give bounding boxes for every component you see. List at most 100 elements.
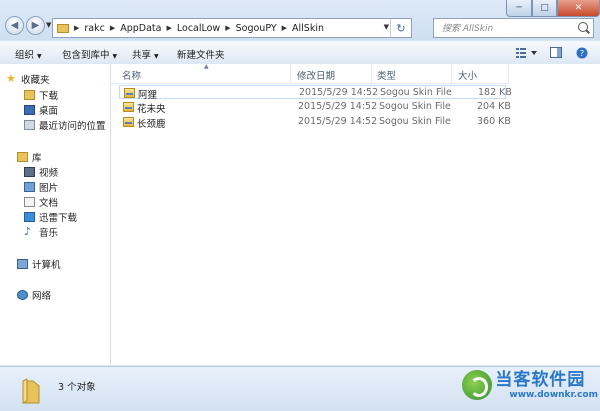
nav-favorites-label: 收藏夹 xyxy=(21,75,50,86)
nav-item-videos[interactable]: 视频 xyxy=(24,165,58,179)
file-name: 长颈鹿 xyxy=(137,119,166,130)
maximize-button[interactable]: □ xyxy=(532,0,557,17)
file-size: 182 KB xyxy=(478,87,512,98)
nav-item-label: 图片 xyxy=(39,183,59,194)
file-name: 花未央 xyxy=(137,104,166,115)
folder-icon xyxy=(22,378,40,404)
column-divider[interactable] xyxy=(508,64,509,83)
search-box xyxy=(433,18,594,38)
picture-icon xyxy=(24,182,35,192)
include-in-library-button[interactable]: 包含到库中 ▼ xyxy=(62,47,117,61)
watermark-url: www.downkr.com xyxy=(509,390,598,400)
nav-item-recent-places[interactable]: 最近访问的位置 xyxy=(24,118,106,132)
column-header-name[interactable]: 名称 xyxy=(122,68,141,82)
nav-item-label: 最近访问的位置 xyxy=(39,121,106,132)
include-in-library-label: 包含到库中 xyxy=(62,50,110,61)
nav-item-label: 迅雷下载 xyxy=(39,213,78,224)
column-header-row: ▲ 名称 修改日期 类型 大小 xyxy=(111,63,509,84)
preview-pane-button[interactable] xyxy=(549,46,563,59)
music-note-icon: ♪ xyxy=(24,225,32,238)
file-type: Sogou Skin File xyxy=(379,101,451,112)
chevron-right-icon[interactable]: ▶ xyxy=(166,24,171,32)
forward-button[interactable]: ▶ xyxy=(26,16,45,35)
nav-item-label: 桌面 xyxy=(39,106,59,117)
star-icon: ★ xyxy=(6,72,16,85)
chevron-right-icon[interactable]: ▶ xyxy=(282,24,287,32)
chevron-right-icon[interactable]: ▶ xyxy=(110,24,115,32)
new-folder-label: 新建文件夹 xyxy=(177,50,225,61)
breadcrumb-item[interactable]: LocalLow xyxy=(177,23,220,34)
desktop-icon xyxy=(24,105,35,115)
sort-arrow-icon: ▲ xyxy=(204,63,209,70)
organize-label: 组织 xyxy=(15,50,35,61)
skin-file-icon xyxy=(123,102,134,112)
nav-libraries[interactable]: 库 xyxy=(17,150,42,164)
command-bar: 组织 ▼ 包含到库中 ▼ 共享 ▼ 新建文件夹 ? xyxy=(0,41,600,65)
organize-menu-button[interactable]: 组织 ▼ xyxy=(15,47,42,61)
svg-text:?: ? xyxy=(580,49,584,58)
window-controls: ─ □ ✕ xyxy=(506,0,600,17)
breadcrumb-item[interactable]: AllSkin xyxy=(292,23,324,34)
nav-item-label: 音乐 xyxy=(39,228,59,239)
library-icon xyxy=(17,152,28,162)
new-folder-button[interactable]: 新建文件夹 xyxy=(177,47,225,61)
address-bar[interactable]: ▶ rakc ▶ AppData ▶ LocalLow ▶ SogouPY ▶ … xyxy=(52,18,412,38)
nav-item-label: 文档 xyxy=(39,198,59,209)
nav-item-thunder-downloads[interactable]: 迅雷下载 xyxy=(24,210,77,224)
column-divider[interactable] xyxy=(451,64,452,83)
nav-item-downloads[interactable]: 下载 xyxy=(24,88,58,102)
nav-item-desktop[interactable]: 桌面 xyxy=(24,103,58,117)
document-icon xyxy=(24,197,35,207)
watermark-title: 当客软件园 xyxy=(495,370,586,390)
nav-item-pictures[interactable]: 图片 xyxy=(24,180,58,194)
item-count: 3 个对象 xyxy=(58,382,96,393)
video-icon xyxy=(24,167,35,177)
nav-favorites[interactable]: ★ 收藏夹 xyxy=(6,72,50,86)
column-divider[interactable] xyxy=(371,64,372,83)
close-button[interactable]: ✕ xyxy=(557,0,600,17)
nav-computer[interactable]: 计算机 xyxy=(17,257,61,271)
forward-arrow-icon: ▶ xyxy=(31,19,40,31)
file-type: Sogou Skin File xyxy=(380,87,452,98)
recent-pages-dropdown-icon[interactable]: ▼ xyxy=(46,21,51,29)
breadcrumb-item[interactable]: AppData xyxy=(120,23,161,34)
back-button[interactable]: ◀ xyxy=(5,16,24,35)
search-icon[interactable] xyxy=(578,22,588,32)
table-row[interactable]: 长颈鹿 2015/5/29 14:52 Sogou Skin File 360 … xyxy=(119,115,511,130)
breadcrumb-item[interactable]: rakc xyxy=(84,23,104,34)
change-view-button[interactable] xyxy=(515,46,539,59)
chevron-right-icon[interactable]: ▶ xyxy=(74,24,79,32)
column-header-type[interactable]: 类型 xyxy=(377,68,396,82)
help-icon: ? xyxy=(576,47,588,58)
download-folder-icon xyxy=(24,90,35,100)
address-history-dropdown-icon[interactable]: ▼ xyxy=(384,23,389,31)
file-modified: 2015/5/29 14:52 xyxy=(299,87,379,98)
column-header-size[interactable]: 大小 xyxy=(458,68,477,82)
nav-network[interactable]: 网络 xyxy=(17,288,51,302)
minimize-button[interactable]: ─ xyxy=(506,0,532,17)
file-name: 阿狸 xyxy=(138,90,158,101)
file-type: Sogou Skin File xyxy=(379,116,451,127)
nav-item-label: 视频 xyxy=(39,168,59,179)
nav-item-documents[interactable]: 文档 xyxy=(24,195,58,209)
column-header-modified[interactable]: 修改日期 xyxy=(297,68,335,82)
table-row[interactable]: 花未央 2015/5/29 14:52 Sogou Skin File 204 … xyxy=(119,100,511,115)
navigation-pane: ★ 收藏夹 下载 桌面 最近访问的位置 库 视频 图片 文档 迅雷下载 ♪ 音乐 xyxy=(0,64,111,365)
nav-libraries-label: 库 xyxy=(32,153,42,164)
table-row[interactable]: 阿狸 2015/5/29 14:52 Sogou Skin File 182 K… xyxy=(119,85,512,101)
watermark-logo-icon xyxy=(462,370,493,400)
caret-down-icon: ▼ xyxy=(37,53,42,60)
explorer-window: ◀ ▶ ▼ ▶ rakc ▶ AppData ▶ LocalLow ▶ Sogo… xyxy=(0,0,600,411)
breadcrumb-item[interactable]: SogouPY xyxy=(236,23,277,34)
search-input[interactable] xyxy=(440,20,574,38)
details-pane: 3 个对象 当客软件园 www.downkr.com xyxy=(0,366,600,411)
help-button[interactable]: ? xyxy=(575,46,589,59)
refresh-button[interactable]: ↻ xyxy=(390,19,411,37)
nav-item-music[interactable]: ♪ 音乐 xyxy=(24,225,58,239)
view-options-icon xyxy=(516,48,537,58)
recent-places-icon xyxy=(24,120,35,130)
column-divider[interactable] xyxy=(290,64,291,83)
breadcrumb: ▶ rakc ▶ AppData ▶ LocalLow ▶ SogouPY ▶ … xyxy=(69,23,324,34)
chevron-right-icon[interactable]: ▶ xyxy=(225,24,230,32)
share-menu-button[interactable]: 共享 ▼ xyxy=(132,47,159,61)
